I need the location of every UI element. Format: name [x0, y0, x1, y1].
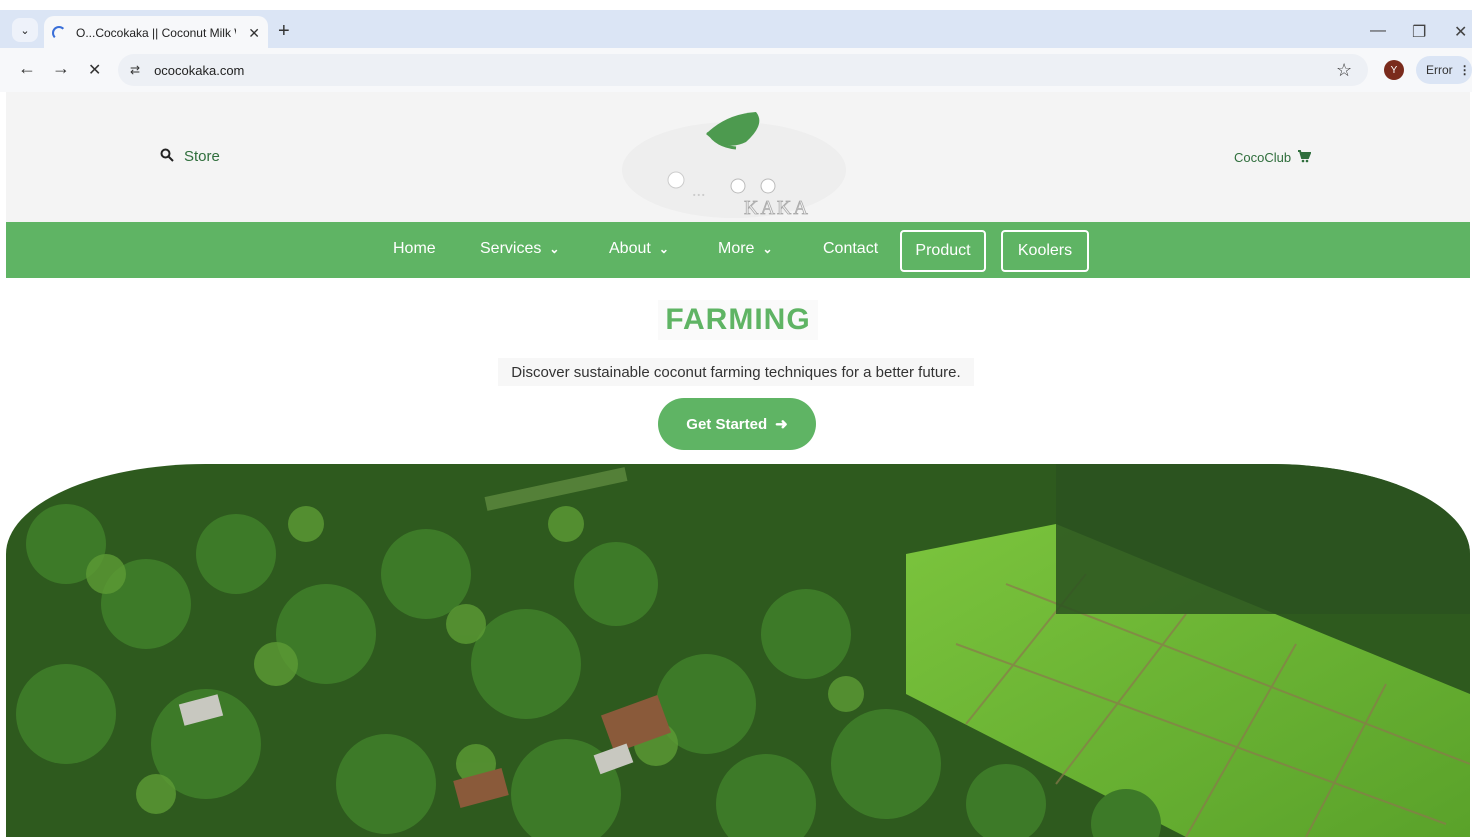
site-settings-icon[interactable]: ⇄ [130, 63, 140, 77]
stop-loading-icon[interactable]: ✕ [88, 60, 101, 80]
site-logo[interactable]: ... KAKA [616, 104, 846, 220]
nav-home[interactable]: Home [393, 240, 436, 258]
logo-text: KAKA [744, 197, 810, 219]
chevron-down-icon: ⌄ [658, 242, 669, 256]
tab-title: O...Cocokaka || Coconut Milk W [76, 26, 236, 40]
browser-tab-bar: ⌄ O...Cocokaka || Coconut Milk W ✕ + — ❐… [0, 0, 1472, 50]
nav-about[interactable]: About ⌄ [609, 240, 669, 258]
new-tab-icon[interactable]: + [278, 20, 290, 43]
restore-icon[interactable]: ❐ [1412, 22, 1426, 42]
nav-services-label: Services [480, 240, 542, 257]
menu-kebab-icon[interactable]: ⋮ [1459, 63, 1471, 77]
minimize-icon[interactable]: — [1370, 22, 1386, 40]
cart-icon [1297, 149, 1312, 166]
error-chip[interactable]: Error ⋮ [1416, 56, 1472, 84]
get-started-button[interactable]: Get Started ➜ [658, 398, 816, 450]
main-nav: Home Services ⌄ About ⌄ More ⌄ Contact Prod… [6, 222, 1470, 278]
forward-icon[interactable]: → [52, 58, 70, 79]
cococlub-link[interactable]: CocoClub [1234, 149, 1312, 166]
chevron-down-icon: ⌄ [762, 242, 773, 256]
search-icon [160, 148, 174, 165]
nav-product-button[interactable]: Product [900, 230, 986, 272]
loading-spinner-icon [52, 26, 66, 40]
bookmark-star-icon[interactable]: ☆ [1336, 60, 1352, 81]
back-icon[interactable]: ← [18, 58, 36, 79]
svg-text:...: ... [692, 180, 706, 200]
store-link[interactable]: Store [160, 148, 220, 165]
nav-contact-label: Contact [823, 240, 879, 257]
tab-list-button[interactable]: ⌄ [12, 18, 38, 42]
nav-product-label: Product [915, 242, 971, 259]
arrow-right-icon: ➜ [775, 416, 788, 433]
nav-more[interactable]: More ⌄ [718, 240, 773, 258]
get-started-label: Get Started [686, 415, 768, 433]
site-header: Store ... KAKA CocoClub [6, 92, 1470, 222]
nav-koolers-label: Koolers [1017, 242, 1073, 259]
chevron-down-icon: ⌄ [20, 24, 30, 37]
nav-koolers-button[interactable]: Koolers [1001, 230, 1089, 272]
nav-contact[interactable]: Contact [823, 240, 878, 258]
profile-avatar[interactable]: Y [1384, 60, 1404, 80]
chevron-down-icon: ⌄ [549, 242, 560, 256]
nav-home-label: Home [393, 240, 436, 257]
close-tab-icon[interactable]: ✕ [248, 25, 260, 42]
address-bar[interactable]: ⇄ ococokaka.com [118, 54, 1368, 86]
error-label: Error [1426, 63, 1453, 77]
nav-about-label: About [609, 240, 651, 257]
browser-toolbar: ← → ✕ ⇄ ococokaka.com ☆ Y Error ⋮ [0, 48, 1472, 92]
url-text: ococokaka.com [154, 62, 245, 78]
page-title: FARMING [658, 300, 818, 340]
hero-farm-image [6, 464, 1470, 837]
nav-services[interactable]: Services ⌄ [480, 240, 559, 258]
browser-tab[interactable]: O...Cocokaka || Coconut Milk W ✕ [44, 16, 268, 50]
cococlub-label: CocoClub [1234, 150, 1292, 165]
store-label: Store [184, 148, 220, 165]
hero-subtitle: Discover sustainable coconut farming tec… [498, 358, 974, 386]
nav-more-label: More [718, 240, 755, 257]
close-window-icon[interactable]: ✕ [1454, 22, 1467, 42]
